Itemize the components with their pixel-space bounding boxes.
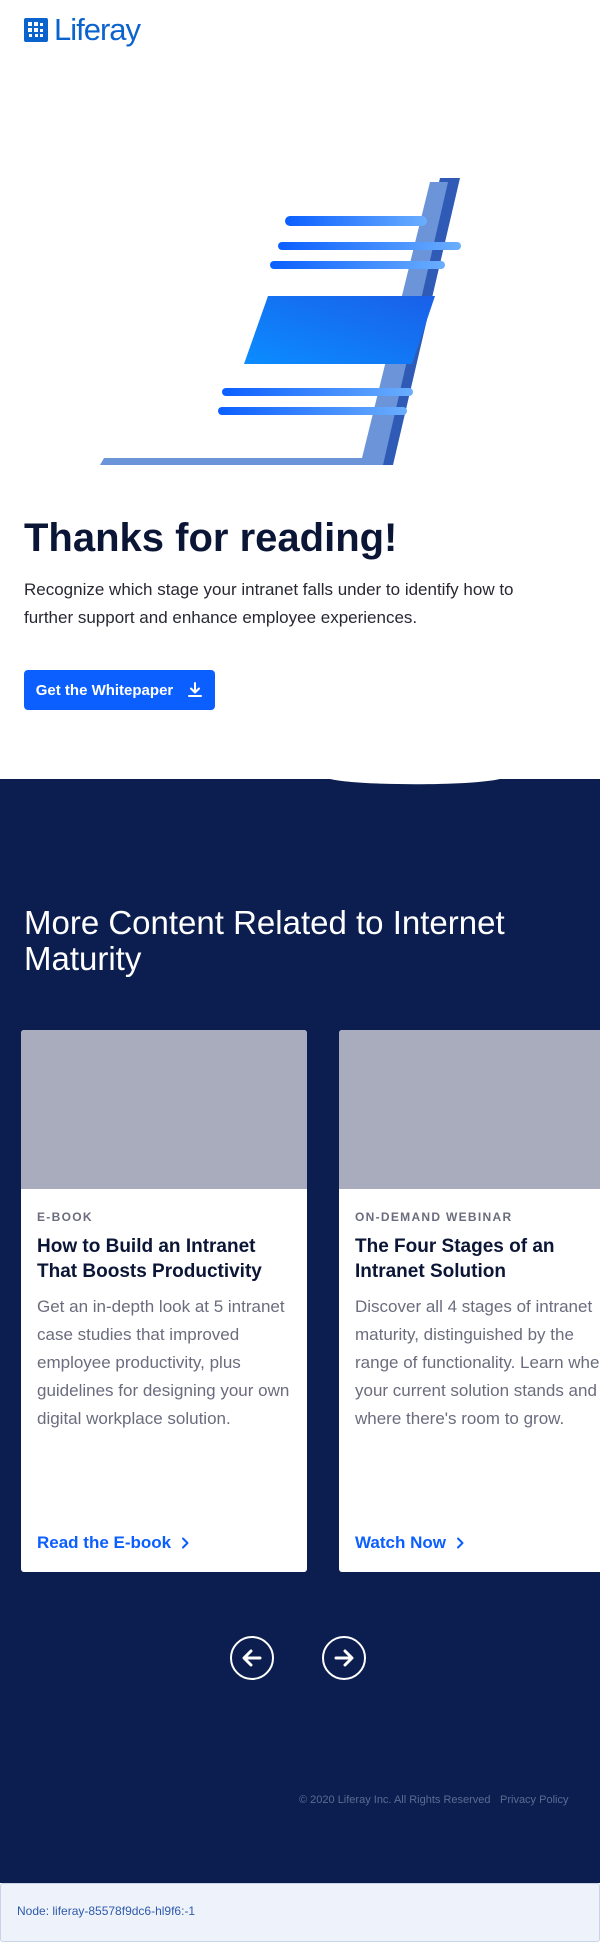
card-image-placeholder	[21, 1030, 307, 1189]
card-description: Get an in-depth look at 5 intranet case …	[37, 1297, 290, 1428]
logo-text: Liferay	[54, 12, 141, 47]
hero-illustration	[100, 178, 461, 465]
node-info-bar: Node: liferay-85578f9dc6-hl9f6:-1	[0, 1883, 600, 1942]
card-type-label: E-BOOK	[37, 1210, 93, 1224]
privacy-policy-link[interactable]: Privacy Policy	[500, 1794, 568, 1806]
read-ebook-link[interactable]: Read the E-book	[37, 1533, 191, 1553]
liferay-logo[interactable]: Liferay	[24, 12, 141, 47]
get-whitepaper-button[interactable]: Get the Whitepaper	[24, 670, 215, 710]
watch-now-link[interactable]: Watch Now	[355, 1533, 466, 1553]
carousel-prev-button[interactable]	[230, 1636, 274, 1680]
arrow-right-icon	[334, 1649, 354, 1667]
carousel-next-button[interactable]	[322, 1636, 366, 1680]
card-link-label: Read the E-book	[37, 1533, 172, 1552]
content-card: E-BOOK How to Build an Intranet That Boo…	[21, 1030, 307, 1572]
card-description: Discover all 4 stages of intranet maturi…	[355, 1297, 600, 1428]
section-divider-curve	[330, 779, 500, 785]
site-header: Liferay	[0, 0, 600, 60]
get-whitepaper-label: Get the Whitepaper	[35, 681, 174, 699]
card-title: How to Build an Intranet That Boosts Pro…	[37, 1236, 262, 1282]
liferay-logo-icon	[24, 18, 48, 42]
download-icon	[188, 682, 203, 697]
arrow-left-icon	[242, 1649, 262, 1667]
chevron-right-icon	[182, 1537, 189, 1549]
footer-copyright: © 2020 Liferay Inc. All Rights Reserved	[299, 1794, 491, 1806]
card-title: The Four Stages of an Intranet Solution	[355, 1236, 555, 1282]
chevron-right-icon	[456, 1537, 464, 1549]
content-card: ON-DEMAND WEBINAR The Four Stages of an …	[339, 1030, 600, 1572]
card-link-label: Watch Now	[355, 1533, 446, 1552]
related-content-title: More Content Related to Internet Maturit…	[24, 904, 505, 977]
node-info-text: Node: liferay-85578f9dc6-hl9f6:-1	[17, 1904, 196, 1918]
related-content-section: More Content Related to Internet Maturit…	[0, 779, 600, 1883]
page-title: Thanks for reading!	[24, 516, 398, 560]
card-image-placeholder	[339, 1030, 600, 1189]
hero-description: Recognize which stage your intranet fall…	[24, 580, 514, 627]
card-type-label: ON-DEMAND WEBINAR	[355, 1210, 513, 1224]
